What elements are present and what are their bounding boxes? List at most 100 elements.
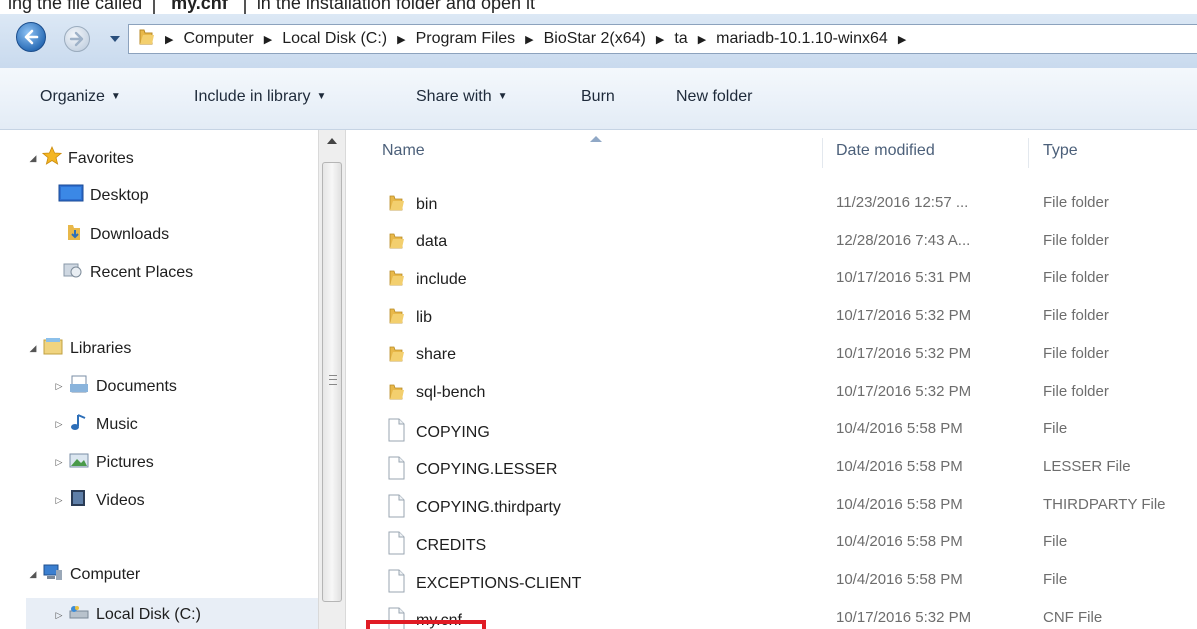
chevron-down-icon: ▼: [316, 91, 327, 102]
nav-pane-scrollbar[interactable]: [318, 130, 346, 629]
collapsed-arrow-icon[interactable]: ▷: [52, 381, 66, 392]
file-name[interactable]: sql-bench: [386, 381, 485, 406]
folder-icon: [386, 343, 406, 368]
crumb-biostar[interactable]: BioStar 2(x64) ▶: [544, 30, 675, 48]
crumb-local-disk[interactable]: Local Disk (C:) ▶: [282, 30, 415, 48]
nav-libraries[interactable]: ◢ Libraries: [26, 336, 131, 361]
file-type: File folder: [1043, 231, 1109, 249]
command-bar: Organize ▼ Include in library ▼ Share with…: [0, 68, 1197, 130]
collapsed-arrow-icon[interactable]: ▷: [52, 457, 66, 468]
file-name[interactable]: bin: [386, 192, 437, 217]
collapsed-arrow-icon[interactable]: ▷: [52, 495, 66, 506]
file-icon: [386, 531, 406, 560]
folder-row[interactable]: share 10/17/2016 5:32 PM File folder: [346, 335, 1197, 371]
column-divider[interactable]: [1028, 138, 1029, 168]
recent-places-icon: [62, 260, 84, 285]
nav-local-disk[interactable]: ▷ Local Disk (C:): [26, 598, 318, 629]
grip-icon: [329, 375, 337, 385]
nav-recent-places[interactable]: Recent Places: [60, 260, 193, 285]
crumb-mariadb[interactable]: mariadb-10.1.10-winx64 ▶: [716, 30, 916, 48]
file-name-label: CREDITS: [416, 536, 487, 554]
file-row[interactable]: EXCEPTIONS-CLIENT 10/4/2016 5:58 PM File: [346, 561, 1197, 597]
nav-computer[interactable]: ◢ Computer: [26, 562, 140, 587]
file-name-label: COPYING.LESSER: [416, 461, 558, 479]
sort-ascending-icon: [590, 136, 602, 142]
file-type: File folder: [1043, 269, 1109, 287]
file-date: 10/4/2016 5:58 PM: [836, 533, 963, 551]
address-bar[interactable]: ▶ Computer ▶ Local Disk (C:) ▶ Program Fil…: [128, 24, 1197, 54]
share-with-button[interactable]: Share with ▼: [416, 88, 508, 106]
file-name[interactable]: share: [386, 343, 456, 368]
recent-pages-dropdown[interactable]: [110, 36, 120, 42]
column-divider[interactable]: [822, 138, 823, 168]
column-header-name[interactable]: Name: [382, 142, 425, 160]
nav-favorites[interactable]: ◢ Favorites: [26, 145, 134, 171]
chevron-down-icon: ▼: [497, 91, 508, 102]
folder-row[interactable]: bin 11/23/2016 12:57 ... File folder: [346, 184, 1197, 220]
computer-icon: [42, 562, 64, 587]
crumb-root-chevron[interactable]: ▶: [165, 33, 183, 46]
folder-icon: [386, 267, 406, 292]
file-row[interactable]: COPYING.thirdparty 10/4/2016 5:58 PM THIRD…: [346, 486, 1197, 522]
collapsed-arrow-icon[interactable]: ▷: [52, 610, 66, 621]
file-icon: [386, 569, 406, 598]
file-date: 10/4/2016 5:58 PM: [836, 457, 963, 475]
file-type: File folder: [1043, 194, 1109, 211]
nav-desktop[interactable]: Desktop: [56, 184, 149, 207]
caption-band: ing the file called my.cnf in the instal…: [0, 0, 1197, 14]
folder-row[interactable]: lib 10/17/2016 5:32 PM File folder: [346, 297, 1197, 333]
folder-row[interactable]: include 10/17/2016 5:31 PM File folder: [346, 259, 1197, 295]
file-name[interactable]: EXCEPTIONS-CLIENT: [386, 569, 581, 598]
crumb-program-files[interactable]: Program Files ▶: [416, 30, 544, 48]
collapsed-arrow-icon[interactable]: ▷: [52, 419, 66, 430]
column-header-date[interactable]: Date modified: [836, 142, 935, 160]
file-date: 10/17/2016 5:32 PM: [836, 344, 972, 362]
file-type: File: [1043, 533, 1068, 551]
folder-icon: [137, 27, 157, 52]
file-name[interactable]: CREDITS: [386, 531, 486, 560]
expand-arrow-icon[interactable]: ◢: [26, 343, 40, 354]
expand-arrow-icon[interactable]: ◢: [26, 153, 40, 164]
file-name-label: COPYING: [416, 423, 490, 441]
file-type: File folder: [1043, 382, 1109, 400]
file-name[interactable]: COPYING: [386, 418, 490, 447]
file-name[interactable]: lib: [386, 305, 432, 330]
nav-downloads[interactable]: Downloads: [64, 222, 169, 247]
new-folder-button[interactable]: New folder: [676, 88, 752, 106]
include-in-library-button[interactable]: Include in library ▼: [194, 88, 326, 106]
nav-music[interactable]: ▷ Music: [52, 412, 138, 437]
nav-videos[interactable]: ▷ Videos: [52, 488, 145, 513]
scroll-up-arrow-icon[interactable]: [327, 138, 337, 144]
crumb-computer[interactable]: Computer ▶: [183, 30, 282, 48]
folder-row[interactable]: data 12/28/2016 7:43 A... File folder: [346, 222, 1197, 258]
folder-row[interactable]: sql-bench 10/17/2016 5:32 PM File folder: [346, 373, 1197, 409]
file-name[interactable]: COPYING.thirdparty: [386, 494, 561, 523]
file-date: 10/17/2016 5:32 PM: [836, 608, 972, 626]
scrollbar-thumb[interactable]: [322, 162, 342, 602]
file-name[interactable]: include: [386, 267, 467, 292]
forward-arrow-icon: [69, 31, 84, 47]
caption-text: ing the file called my.cnf in the instal…: [8, 0, 535, 14]
caption-before: ing the file called: [8, 0, 143, 13]
burn-button[interactable]: Burn: [581, 88, 615, 106]
file-icon: [386, 494, 406, 523]
file-row[interactable]: COPYING 10/4/2016 5:58 PM File: [346, 410, 1197, 446]
column-header-type[interactable]: Type: [1043, 142, 1078, 160]
back-button[interactable]: [16, 22, 46, 52]
file-type: File: [1043, 420, 1068, 438]
file-date: 10/4/2016 5:58 PM: [836, 571, 963, 588]
crumb-ta[interactable]: ta ▶: [674, 30, 716, 48]
organize-button[interactable]: Organize ▼: [40, 88, 121, 106]
file-row[interactable]: COPYING.LESSER 10/4/2016 5:58 PM LESSER Fi…: [346, 448, 1197, 484]
file-name[interactable]: COPYING.LESSER: [386, 456, 557, 485]
nav-documents[interactable]: ▷ Documents: [52, 374, 177, 399]
address-row: ▶ Computer ▶ Local Disk (C:) ▶ Program Fil…: [0, 14, 1197, 68]
expand-arrow-icon[interactable]: ◢: [26, 569, 40, 580]
forward-button[interactable]: [64, 26, 90, 52]
file-name-label: COPYING.thirdparty: [416, 499, 561, 517]
file-type: File folder: [1043, 307, 1109, 325]
file-date: 10/17/2016 5:32 PM: [836, 307, 972, 325]
nav-pictures[interactable]: ▷ Pictures: [52, 450, 154, 475]
file-row[interactable]: CREDITS 10/4/2016 5:58 PM File: [346, 523, 1197, 559]
file-name[interactable]: data: [386, 230, 447, 255]
